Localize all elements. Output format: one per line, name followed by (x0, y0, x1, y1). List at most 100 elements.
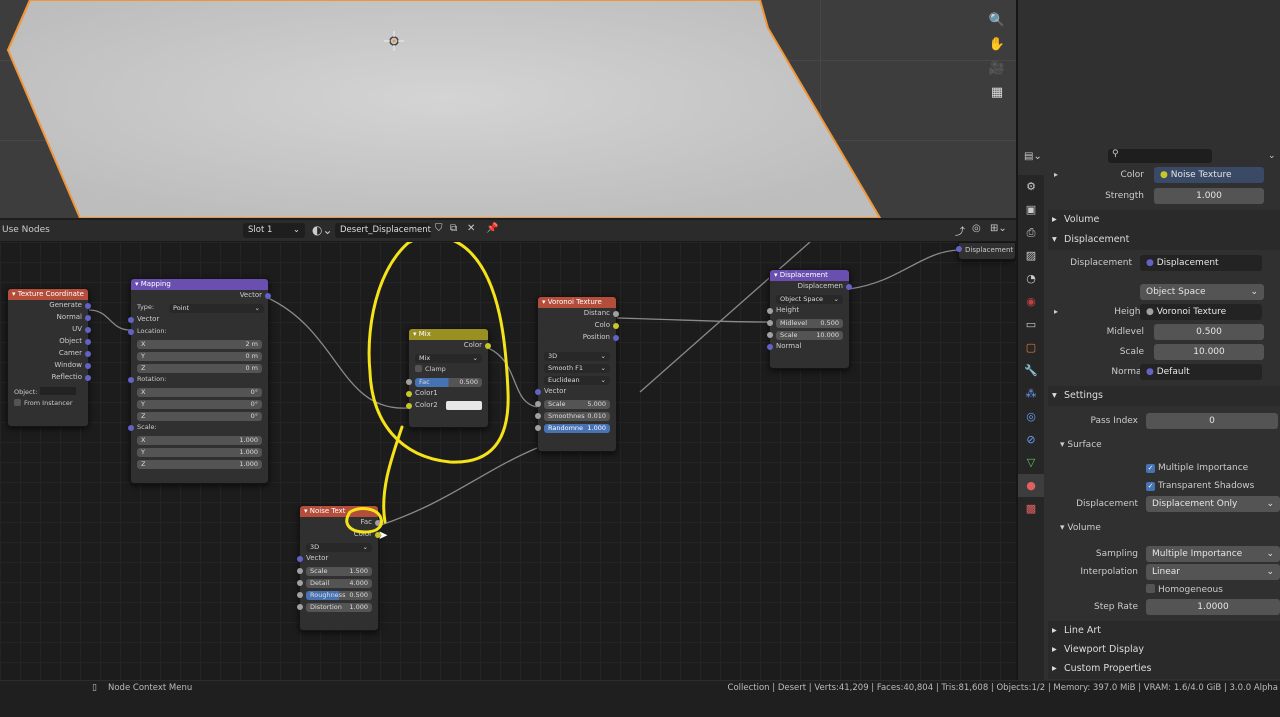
material-output-node[interactable]: Displacement (956, 242, 1016, 260)
midlevel-field[interactable]: 0.500 (1154, 324, 1264, 340)
space-dropdown[interactable]: Object Space ⌄ (1140, 284, 1264, 300)
camera-icon[interactable]: 🎥 (986, 58, 1008, 80)
distance-metric-dropdown[interactable]: Euclidean ⌄ (544, 376, 610, 385)
pin-icon[interactable]: 📌 (486, 223, 498, 234)
vector-input-socket[interactable] (297, 556, 303, 562)
displacement-scale-field[interactable]: Scale 10.000 (776, 331, 843, 340)
node-tree-parent-icon[interactable]: ⤴ (955, 223, 965, 238)
particles-tab-icon[interactable]: ⁂ (1018, 382, 1044, 405)
texcoord-output-socket[interactable] (85, 303, 91, 309)
transparent-shadows-toggle[interactable]: ✓ Transparent Shadows (1146, 481, 1254, 491)
randomness-field[interactable]: Randomne 1.000 (544, 424, 610, 433)
fac-slider[interactable]: Fac 0.500 (415, 378, 482, 387)
snap-icon[interactable]: ⊞⌄ (990, 223, 1007, 234)
mix-node[interactable]: ▾ Mix Color Mix ⌄ Clamp Fac 0.500 Color1 C… (406, 328, 491, 428)
location-socket[interactable] (128, 329, 134, 335)
render-tab-icon[interactable]: ▣ (1018, 198, 1044, 221)
noise-input-socket[interactable] (297, 592, 303, 598)
mapping-loc-field[interactable]: X 2 m (137, 340, 262, 349)
physics-tab-icon[interactable]: ◎ (1018, 405, 1044, 428)
color1-input-socket[interactable] (406, 391, 412, 397)
displacement-input-socket[interactable] (956, 246, 962, 252)
properties-search-input[interactable]: ⚲ (1108, 149, 1212, 163)
unlink-close-icon[interactable]: ✕ (467, 223, 475, 234)
texcoord-output-socket[interactable] (85, 363, 91, 369)
distance-output-socket[interactable] (613, 311, 619, 317)
clamp-checkbox[interactable] (415, 365, 422, 372)
mapping-loc-field[interactable]: Y 0 m (137, 352, 262, 361)
dimensions-dropdown[interactable]: 3D ⌄ (544, 352, 610, 361)
duplicate-material-icon[interactable]: ⧉ (450, 223, 457, 234)
blend-mode-dropdown[interactable]: Mix ⌄ (415, 354, 482, 363)
homogeneous-toggle[interactable]: Homogeneous (1146, 584, 1223, 595)
noise-detail-field[interactable]: Detail 4.000 (306, 579, 372, 588)
space-dropdown[interactable]: Object Space ⌄ (776, 295, 843, 304)
noise-texture-node[interactable]: ▾ Noise Text Fac Color 3D ⌄ Vector Scale 1… (297, 505, 381, 631)
dimensions-dropdown[interactable]: 3D ⌄ (306, 543, 372, 552)
pan-hand-icon[interactable]: ✋ (986, 34, 1008, 56)
vector-input-socket[interactable] (535, 389, 541, 395)
color-link-field[interactable]: ● Noise Texture (1154, 167, 1264, 183)
displaced-plane[interactable] (0, 0, 1016, 218)
object-field[interactable] (40, 387, 77, 395)
from-instancer-checkbox[interactable] (14, 399, 21, 406)
volume-panel-header[interactable]: ▸ Volume (1048, 210, 1280, 230)
multiple-importance-toggle[interactable]: ✓ Multiple Importance (1146, 463, 1248, 473)
fake-user-shield-icon[interactable]: ⛉ (435, 223, 443, 234)
pass-index-field[interactable]: 0 (1146, 413, 1278, 429)
view-layer-tab-icon[interactable]: ▨ (1018, 244, 1044, 267)
color-output-socket[interactable] (485, 343, 491, 349)
scale-socket[interactable] (128, 425, 134, 431)
mapping-node[interactable]: ▾ Mapping Vector Type: Point ⌄ Vector Loca… (128, 278, 271, 484)
height-link-field[interactable]: ● Voronoi Texture (1140, 304, 1262, 320)
editor-type-icon[interactable]: ▤⌄ (1024, 151, 1042, 162)
mapping-rot-field[interactable]: X 0° (137, 388, 262, 397)
texcoord-output-socket[interactable] (85, 339, 91, 345)
material-name-field[interactable]: Desert_Displacement (335, 223, 431, 238)
node-header[interactable]: ▾ Texture Coordinate (8, 289, 88, 300)
material-tab-icon[interactable]: ● (1018, 474, 1044, 497)
data-tab-icon[interactable]: ▽ (1018, 451, 1044, 474)
strength-field[interactable]: 1.000 (1154, 188, 1264, 204)
noise-scale-field[interactable]: Scale 1.500 (306, 567, 372, 576)
mapping-scale-field[interactable]: Y 1.000 (137, 448, 262, 457)
fac-input-socket[interactable] (406, 379, 412, 385)
output-tab-icon[interactable]: ⎙ (1018, 221, 1044, 244)
displacement-link-field[interactable]: ● Displacement (1140, 255, 1262, 271)
texcoord-output-socket[interactable] (85, 351, 91, 357)
material-sphere-icon[interactable]: ◐⌄ (312, 223, 333, 237)
displacement-node[interactable]: ▾ Displacement Displacemen Object Space ⌄… (767, 269, 852, 369)
node-editor-canvas[interactable]: ▾ Texture Coordinate Generate Normal UV Obj… (0, 242, 1016, 680)
smoothness-field[interactable]: Smoothnes 0.010 (544, 412, 610, 421)
mapping-rot-field[interactable]: Y 0° (137, 400, 262, 409)
mapping-loc-field[interactable]: Z 0 m (137, 364, 262, 373)
color2-swatch[interactable] (446, 401, 482, 410)
color-output-socket[interactable] (613, 323, 619, 329)
randomness-input-socket[interactable] (535, 425, 541, 431)
noise-input-socket[interactable] (297, 604, 303, 610)
color2-input-socket[interactable] (406, 403, 412, 409)
mapping-scale-field[interactable]: X 1.000 (137, 436, 262, 445)
node-header[interactable]: ▾ Displacement (770, 270, 849, 281)
texture-tab-icon[interactable]: ▩ (1018, 497, 1044, 520)
noise-distortion-field[interactable]: Distortion 1.000 (306, 603, 372, 612)
custom-properties-panel-header[interactable]: ▸ Custom Properties (1048, 659, 1280, 679)
displacement-input-socket[interactable] (767, 320, 773, 326)
displacement-input-socket[interactable] (767, 344, 773, 350)
volume-subpanel-header[interactable]: ▾ Volume (1060, 523, 1101, 533)
texcoord-output-socket[interactable] (85, 315, 91, 321)
options-chevron-icon[interactable]: ⌄ (1268, 151, 1276, 161)
noise-input-socket[interactable] (297, 568, 303, 574)
constraints-tab-icon[interactable]: ⊘ (1018, 428, 1044, 451)
displacement-input-socket[interactable] (767, 308, 773, 314)
mapping-scale-field[interactable]: Z 1.000 (137, 460, 262, 469)
smoothness-input-socket[interactable] (535, 413, 541, 419)
viewport-3d[interactable]: 🔍 ✋ 🎥 ▦ (0, 0, 1016, 218)
step-rate-field[interactable]: 1.0000 (1146, 599, 1280, 615)
tool-tab-icon[interactable]: ⚙ (1018, 175, 1044, 198)
fac-output-socket[interactable] (375, 520, 381, 526)
texture-coordinate-node[interactable]: ▾ Texture Coordinate Generate Normal UV Obj… (7, 288, 91, 427)
collection-tab-icon[interactable]: ▭ (1018, 313, 1044, 336)
object-tab-icon[interactable]: ▢ (1018, 336, 1044, 359)
texcoord-output-socket[interactable] (85, 327, 91, 333)
